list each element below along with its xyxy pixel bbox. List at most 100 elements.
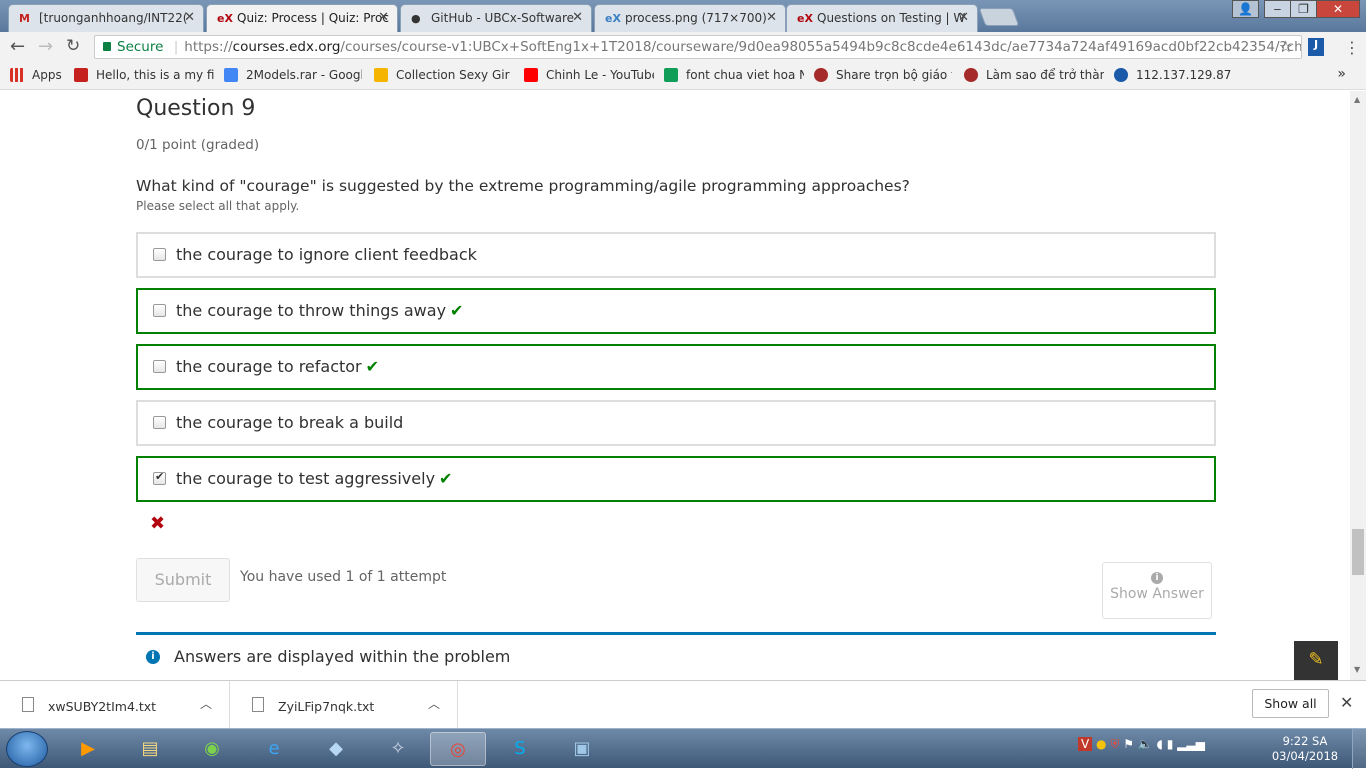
chevron-up-icon[interactable]: ︿ — [200, 695, 212, 712]
bookmark-item[interactable]: Hello, this is a my fist — [74, 68, 214, 82]
download-item[interactable]: ZyiLFip7nqk.txt ︿ — [230, 681, 458, 729]
downloads-bar: xwSUBY2tIm4.txt ︿ ZyiLFip7nqk.txt ︿ Show… — [0, 680, 1366, 729]
file-icon — [22, 697, 34, 712]
close-icon[interactable]: ✕ — [958, 10, 969, 25]
media-player-icon[interactable]: ▶ — [60, 732, 116, 766]
user-profile-icon[interactable]: 👤 — [1232, 0, 1259, 18]
network-icon[interactable]: ▮ — [1167, 737, 1174, 751]
volume-icon[interactable]: ◖ — [1157, 737, 1163, 751]
bookmark-item[interactable]: Chinh Le - YouTube — [524, 68, 654, 82]
answer-choice-correct[interactable]: the courage to test aggressively✔ — [136, 456, 1216, 502]
address-bar[interactable]: Secure | https://courses.edx.org/courses/… — [94, 35, 1302, 59]
edx-icon: eX — [217, 12, 233, 25]
site-icon — [964, 68, 978, 82]
bookmark-item[interactable]: Collection Sexy Girl - — [374, 68, 510, 82]
tab-gmail[interactable]: M [truonganhhoang/INT22( ✕ — [8, 4, 204, 32]
bookmark-item[interactable]: font chua viet hoa NT — [664, 68, 804, 82]
back-arrow-icon[interactable]: ← — [10, 36, 25, 57]
answer-choice-correct[interactable]: the courage to refactor ✔ — [136, 344, 1216, 390]
github-icon: ● — [411, 12, 421, 25]
answer-choice-correct[interactable]: the courage to throw things away ✔ — [136, 288, 1216, 334]
apps-grid-icon — [10, 68, 24, 82]
incorrect-icon: ✖ — [150, 513, 166, 534]
checkbox[interactable] — [153, 248, 166, 261]
tab-github[interactable]: ● GitHub - UBCx-Software ✕ — [400, 4, 592, 32]
checkbox[interactable] — [153, 360, 166, 373]
page-content: Question 9 0/1 point (graded) What kind … — [0, 91, 1350, 680]
bookmarks-overflow-icon[interactable]: » — [1337, 66, 1346, 82]
forward-arrow-icon[interactable]: → — [38, 36, 53, 57]
scrollbar-thumb[interactable] — [1352, 529, 1364, 575]
minimize-button[interactable]: ‒ — [1264, 0, 1291, 18]
checkbox[interactable] — [153, 416, 166, 429]
v-icon[interactable]: V — [1078, 737, 1093, 751]
info-icon: i — [1151, 572, 1163, 584]
tab-quiz-process[interactable]: eX Quiz: Process | Quiz: Proc ✕ — [206, 4, 398, 32]
choice-label: the courage to test aggressively — [176, 469, 436, 488]
page-scrollbar[interactable]: ▲ ▼ — [1350, 91, 1366, 680]
extension-icon[interactable]: J — [1308, 38, 1324, 56]
tab-process-png[interactable]: eX process.png (717×700) ✕ — [594, 4, 786, 32]
show-desktop-button[interactable] — [1352, 729, 1366, 769]
bookmarks-bar: Apps Hello, this is a my fist 2Models.ra… — [0, 62, 1366, 90]
download-item[interactable]: xwSUBY2tIm4.txt ︿ — [0, 681, 230, 729]
notification-icon[interactable]: ● — [1096, 737, 1106, 751]
show-answer-button[interactable]: i Show Answer — [1102, 562, 1212, 619]
pencil-icon[interactable]: ✎ — [1294, 641, 1338, 680]
app-icon[interactable]: ◉ — [184, 732, 240, 766]
new-tab-button[interactable] — [978, 8, 1020, 26]
close-icon[interactable]: ✕ — [378, 10, 389, 25]
lock-icon — [103, 42, 111, 51]
signal-icon[interactable]: ▂▃▅ — [1177, 737, 1205, 751]
file-explorer-icon[interactable]: ▤ — [122, 732, 178, 766]
bookmark-star-icon[interactable]: ☆ — [1279, 37, 1293, 56]
bookmark-item[interactable]: 2Models.rar - Google — [224, 68, 362, 82]
scroll-down-arrow-icon[interactable]: ▼ — [1354, 665, 1360, 674]
menu-dots-icon[interactable]: ⋮ — [1344, 38, 1360, 57]
check-icon: ✔ — [365, 357, 380, 376]
bookmark-item[interactable]: Share trọn bộ giáo trì — [814, 68, 952, 82]
browser-toolbar: ← → ↻ Secure | https://courses.edx.org/co… — [0, 32, 1366, 62]
checkbox-checked[interactable] — [153, 470, 166, 485]
tab-questions-testing[interactable]: eX Questions on Testing | W ✕ — [786, 4, 978, 32]
bookmark-item[interactable]: Làm sao để trở thành — [964, 68, 1104, 82]
shield-icon[interactable]: ⛨ — [1110, 737, 1119, 751]
sql-server-icon[interactable]: ✧ — [370, 732, 426, 766]
close-icon[interactable]: ✕ — [1340, 693, 1353, 712]
skype-icon[interactable]: S — [492, 732, 548, 766]
submit-button[interactable]: Submit — [136, 558, 230, 602]
bookmark-apps[interactable]: Apps — [10, 68, 62, 82]
chevron-up-icon[interactable]: ︿ — [428, 695, 440, 712]
speaker-icon[interactable]: 🔈 — [1138, 737, 1153, 751]
windows-taskbar: ▶ ▤ ◉ e ◆ ✧ ◎ S ▣ V ● ⛨ ⚑ 🔈 ◖ ▮ ▂▃▅ 9:22… — [0, 728, 1366, 769]
site-icon — [814, 68, 828, 82]
attempts-text: You have used 1 of 1 attempt — [240, 569, 447, 585]
reload-icon[interactable]: ↻ — [66, 36, 80, 56]
info-icon: i — [146, 650, 160, 664]
url-host: courses.edx.org — [232, 39, 341, 55]
chrome-icon[interactable]: ◎ — [430, 732, 486, 766]
close-icon[interactable]: ✕ — [184, 10, 195, 25]
start-button[interactable] — [6, 731, 48, 767]
question-title: Question 9 — [136, 96, 256, 121]
address-divider: | — [173, 39, 179, 55]
virtualbox-icon[interactable]: ◆ — [308, 732, 364, 766]
answer-choice[interactable]: the courage to ignore client feedback — [136, 232, 1216, 278]
maximize-button[interactable]: ❐ — [1290, 0, 1317, 18]
scroll-up-arrow-icon[interactable]: ▲ — [1354, 95, 1360, 104]
checkbox[interactable] — [153, 304, 166, 317]
tab-label: [truonganhhoang/INT22( — [39, 11, 188, 25]
taskbar-clock[interactable]: 9:22 SA 03/04/2018 — [1270, 734, 1340, 764]
photo-viewer-icon[interactable]: ▣ — [554, 732, 610, 766]
question-prompt: What kind of "courage" is suggested by t… — [136, 177, 910, 195]
window-close-button[interactable]: ✕ — [1316, 0, 1360, 18]
close-icon[interactable]: ✕ — [766, 10, 777, 25]
close-icon[interactable]: ✕ — [572, 10, 583, 25]
flag-icon[interactable]: ⚑ — [1123, 737, 1134, 751]
tab-label: process.png (717×700) — [625, 11, 767, 25]
url-path: /courses/course-v1:UBCx+SoftEng1x+1T2018… — [340, 39, 1302, 55]
bookmark-item[interactable]: 112.137.129.87 — [1114, 68, 1231, 82]
show-all-downloads-button[interactable]: Show all — [1252, 689, 1329, 718]
internet-explorer-icon[interactable]: e — [246, 732, 302, 766]
answer-choice[interactable]: the courage to break a build — [136, 400, 1216, 446]
